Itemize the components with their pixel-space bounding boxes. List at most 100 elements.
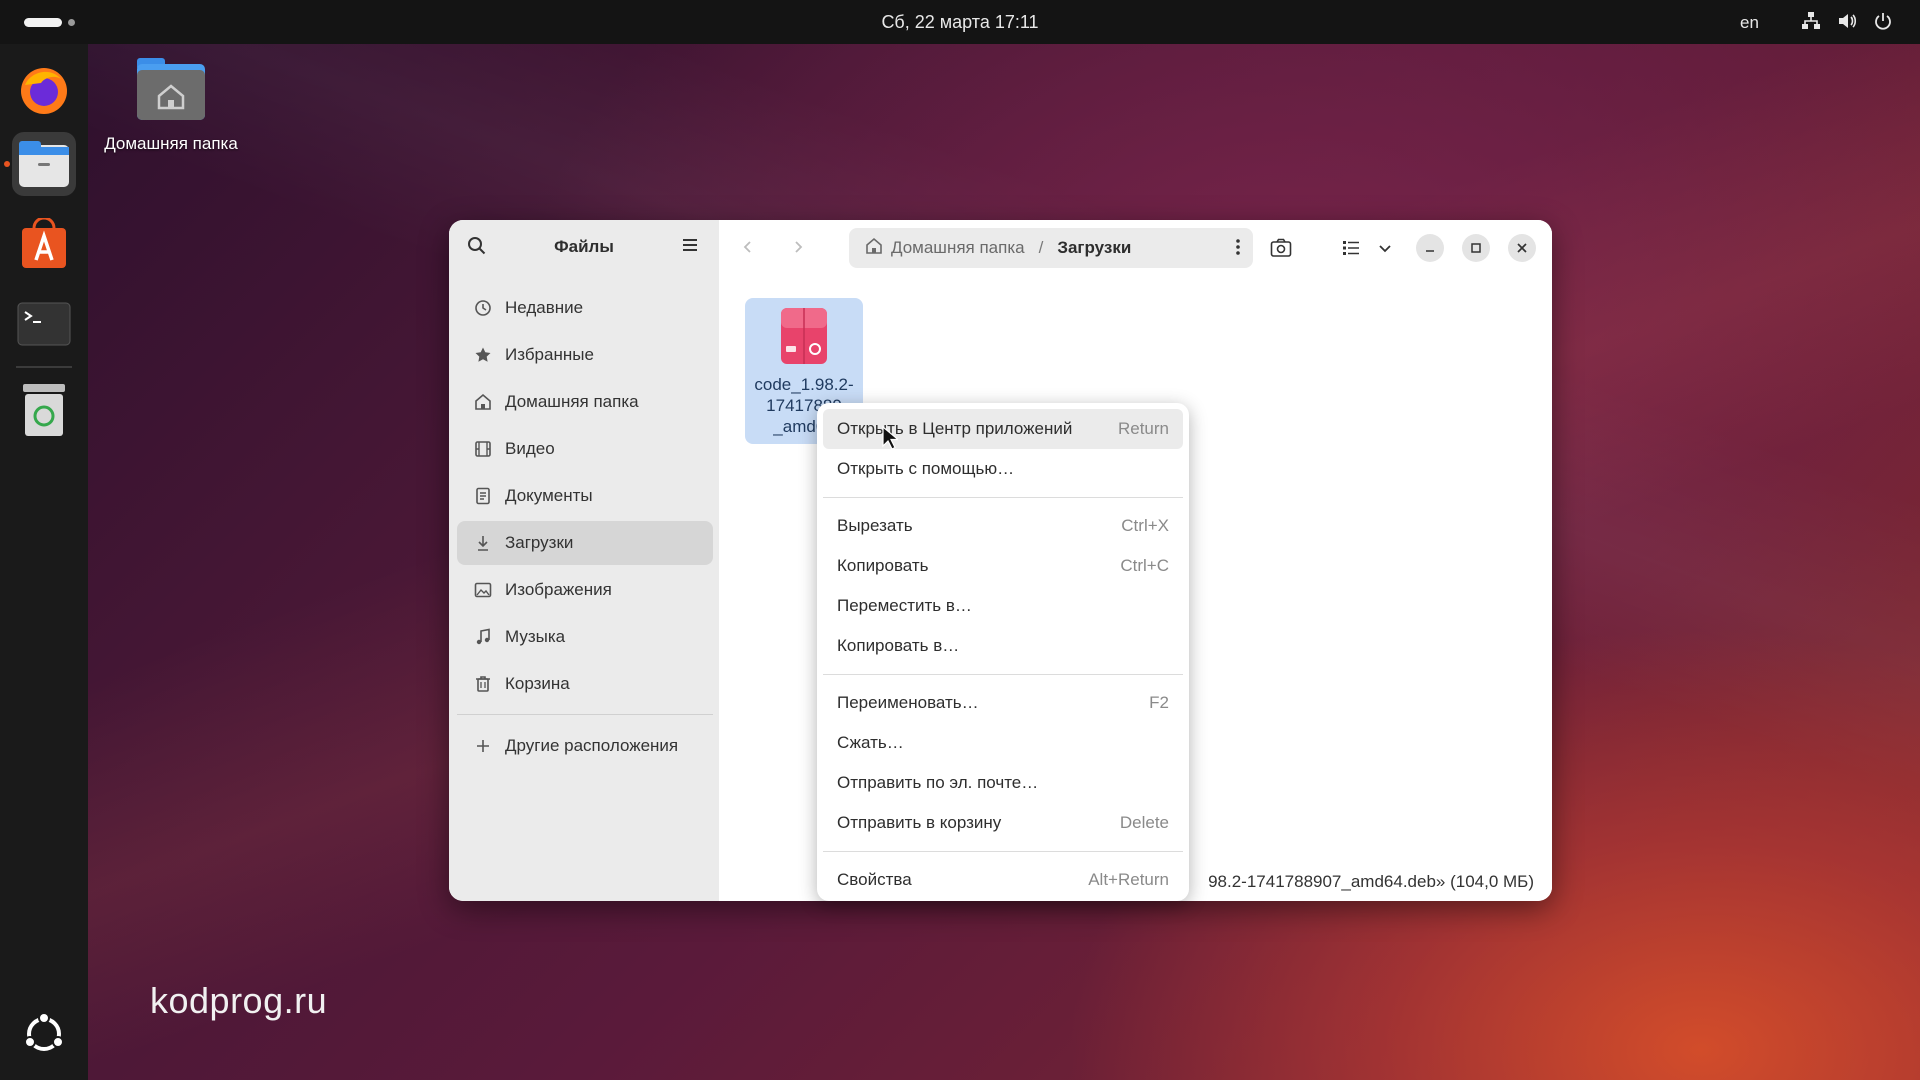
music-icon [473, 627, 493, 647]
sidebar-places: Недавние Избранные Домашняя папка Видео … [457, 286, 713, 709]
home-folder-icon [135, 56, 207, 122]
forward-button[interactable] [785, 234, 811, 260]
menu-item-accel: Ctrl+C [1120, 556, 1169, 575]
sidebar-item-label: Недавние [505, 298, 584, 317]
menu-item-label: Отправить по эл. почте… [837, 773, 1039, 792]
network-icon[interactable] [1800, 10, 1822, 32]
sidebar-item-documents[interactable]: Документы [457, 474, 713, 518]
chevron-down-icon [1379, 245, 1391, 253]
power-icon[interactable] [1872, 10, 1894, 32]
camera-search-icon [1270, 238, 1292, 257]
sidebar-item-videos[interactable]: Видео [457, 427, 713, 471]
home-icon [865, 237, 883, 260]
menu-item-copy[interactable]: Копировать Ctrl+C [823, 546, 1183, 586]
menu-item-open-app-center[interactable]: Открыть в Центр приложений Return [823, 409, 1183, 449]
workspace-active-pill [24, 18, 62, 27]
menu-item-label: Переименовать… [837, 693, 979, 712]
menu-item-label: Копировать [837, 556, 929, 575]
sidebar-item-label: Музыка [505, 627, 566, 646]
menu-item-label: Открыть в Центр приложений [837, 419, 1073, 438]
desktop-home-folder-label: Домашняя папка [104, 134, 238, 153]
firefox-icon[interactable] [12, 58, 76, 122]
sidebar-item-label: Избранные [505, 345, 594, 364]
menu-item-label: Открыть с помощью… [837, 459, 1015, 478]
menu-item-send-email[interactable]: Отправить по эл. почте… [823, 763, 1183, 803]
context-menu: Открыть в Центр приложений Return Открыт… [817, 403, 1189, 901]
keyboard-layout-indicator[interactable]: en [1740, 13, 1759, 33]
menu-item-label: Копировать в… [837, 636, 960, 655]
menu-item-properties[interactable]: Свойства Alt+Return [823, 860, 1183, 900]
menu-item-label: Вырезать [837, 516, 913, 535]
menu-item-accel: Alt+Return [1088, 870, 1169, 889]
image-icon [473, 580, 493, 600]
sidebar-item-music[interactable]: Музыка [457, 615, 713, 659]
menu-item-accel: Delete [1119, 813, 1169, 832]
sidebar-item-downloads[interactable]: Загрузки [457, 521, 713, 565]
star-icon [473, 345, 493, 365]
clock[interactable]: Сб, 22 марта 17:11 [881, 12, 1038, 32]
system-tray[interactable] [1800, 10, 1894, 32]
sidebar-item-label: Домашняя папка [505, 392, 639, 411]
download-icon [473, 533, 493, 553]
file-name-line1: code_1.98.2- [754, 375, 854, 394]
files-icon[interactable] [12, 132, 76, 196]
chevron-right-icon [795, 241, 803, 253]
path-bar: Домашняя папка / Загрузки [849, 228, 1253, 268]
menu-item-label: Свойства [837, 870, 912, 889]
search-location-button[interactable] [1267, 234, 1295, 262]
kebab-menu-icon[interactable] [1235, 238, 1241, 261]
menu-item-move-to-trash[interactable]: Отправить в корзину Delete [823, 803, 1183, 843]
sidebar-item-label: Изображения [505, 580, 612, 599]
sidebar-item-starred[interactable]: Избранные [457, 333, 713, 377]
menu-item-accel: F2 [1149, 693, 1169, 712]
list-view-icon [1343, 241, 1359, 255]
menu-item-open-with[interactable]: Открыть с помощью… [823, 449, 1183, 489]
view-options-button[interactable] [1371, 234, 1399, 262]
minimize-button[interactable] [1416, 234, 1444, 262]
document-icon [473, 486, 493, 506]
clock-area: Сб, 22 марта 17:11 [0, 12, 1920, 33]
menu-separator [823, 497, 1183, 498]
activities-indicator[interactable] [24, 18, 75, 27]
header-bar: Домашняя папка / Загрузки [719, 220, 1552, 274]
close-button[interactable] [1508, 234, 1536, 262]
deb-package-icon [780, 306, 828, 366]
minimize-icon [1426, 250, 1434, 252]
list-view-button[interactable] [1337, 234, 1365, 262]
menu-item-cut[interactable]: Вырезать Ctrl+X [823, 506, 1183, 546]
ubuntu-apps-icon[interactable] [12, 1002, 76, 1066]
menu-item-label: Переместить в… [837, 596, 972, 615]
status-overlay: 98.2-1741788907_amd64.deb» (104,0 МБ) [1208, 872, 1534, 891]
desktop-home-folder[interactable]: Домашняя папка [96, 56, 246, 154]
home-icon [473, 392, 493, 412]
workspace-dot [68, 19, 75, 26]
menu-item-copy-to[interactable]: Копировать в… [823, 626, 1183, 666]
sidebar-other-locations-wrap: Другие расположения [457, 724, 713, 771]
menu-item-accel: Ctrl+X [1121, 516, 1169, 535]
breadcrumb-separator: / [1038, 238, 1044, 257]
menu-item-move-to[interactable]: Переместить в… [823, 586, 1183, 626]
back-button[interactable] [735, 234, 761, 260]
menu-item-rename[interactable]: Переименовать… F2 [823, 683, 1183, 723]
dock [0, 44, 88, 1080]
sidebar-item-recent[interactable]: Недавние [457, 286, 713, 330]
sidebar-item-other-locations[interactable]: Другие расположения [457, 724, 713, 768]
menu-separator [823, 674, 1183, 675]
trash-icon[interactable] [12, 378, 76, 442]
breadcrumb-home[interactable]: Домашняя папка [891, 238, 1025, 258]
sidebar-item-label: Другие расположения [505, 736, 679, 755]
hamburger-menu-icon[interactable] [681, 236, 699, 259]
app-center-icon[interactable] [12, 212, 76, 276]
maximize-button[interactable] [1462, 234, 1490, 262]
sidebar-item-trash[interactable]: Корзина [457, 662, 713, 706]
sidebar-separator [457, 714, 713, 715]
sidebar-item-home[interactable]: Домашняя папка [457, 380, 713, 424]
terminal-icon[interactable] [12, 292, 76, 356]
breadcrumb-current[interactable]: Загрузки [1057, 238, 1131, 258]
sidebar-header: Файлы [449, 220, 719, 274]
sidebar-item-pictures[interactable]: Изображения [457, 568, 713, 612]
sidebar: Файлы Недавние Избранные Домашняя папка … [449, 220, 719, 901]
volume-icon[interactable] [1836, 10, 1858, 32]
menu-separator [823, 851, 1183, 852]
menu-item-compress[interactable]: Сжать… [823, 723, 1183, 763]
